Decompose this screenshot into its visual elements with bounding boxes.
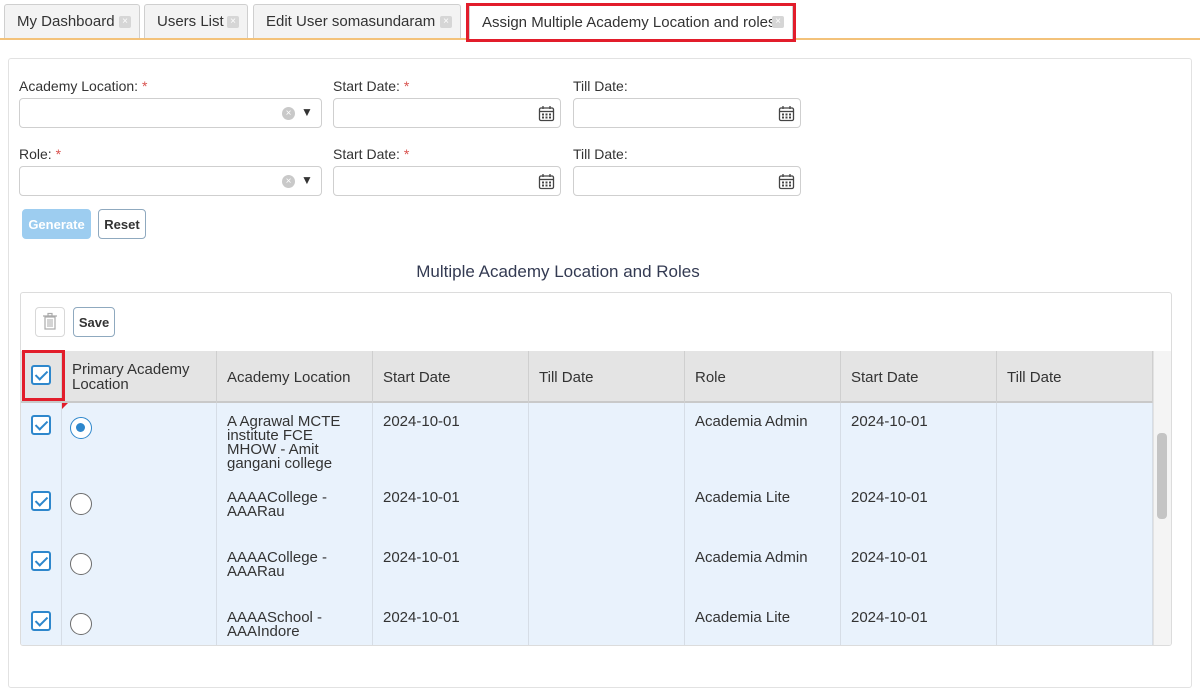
primary-radio[interactable] [70,493,92,515]
calendar-icon[interactable] [538,173,555,190]
caret-down-icon[interactable]: ▼ [301,105,313,119]
table-row[interactable]: AAAASchool - AAAIndore 2024-10-01 Academ… [21,599,1153,645]
till-date-cell [529,539,685,599]
generate-button[interactable]: Generate [22,209,91,239]
row-select-cell [21,539,62,599]
primary-radio[interactable] [70,417,92,439]
till-date-label: Till Date: [573,146,628,162]
role-till-date-cell [997,403,1153,479]
role-cell: Academia Lite [685,479,841,539]
grid-toolbar: Save [21,293,1171,351]
location-till-date-field[interactable] [573,98,801,128]
till-date-cell [529,479,685,539]
tab-label: Users List [157,13,224,30]
academy-location-cell: AAAACollege - AAARau [217,539,373,599]
start-date-cell: 2024-10-01 [373,479,529,539]
location-roles-grid: Save Primary Academy Location Academy Lo… [20,292,1172,646]
delete-button[interactable] [35,307,65,337]
till-date-label: Till Date: [573,78,628,94]
reset-button[interactable]: Reset [98,209,146,239]
primary-cell [62,599,217,645]
scrollbar-thumb[interactable] [1157,433,1167,519]
column-header-till-date[interactable]: Till Date [529,351,685,403]
section-title: Multiple Academy Location and Roles [416,262,700,281]
primary-cell [62,403,217,479]
tab-edit-user[interactable]: Edit User somasundaram × [253,4,461,38]
close-icon[interactable]: × [119,16,131,28]
role-select[interactable]: × ▼ [19,166,322,196]
academy-location-label: Academy Location: * [19,78,148,94]
clear-icon[interactable]: × [282,175,295,188]
grid-body: A Agrawal MCTE institute FCE MHOW - Amit… [21,403,1153,645]
start-date-cell: 2024-10-01 [373,403,529,479]
tab-users-list[interactable]: Users List × [144,4,248,38]
column-header-role[interactable]: Role [685,351,841,403]
primary-cell [62,479,217,539]
academy-location-cell: AAAACollege - AAARau [217,479,373,539]
location-start-date-field[interactable] [333,98,561,128]
role-cell: Academia Lite [685,599,841,645]
primary-cell [62,539,217,599]
start-date-cell: 2024-10-01 [373,599,529,645]
caret-down-icon[interactable]: ▼ [301,173,313,187]
calendar-icon[interactable] [778,173,795,190]
row-checkbox[interactable] [31,611,51,631]
row-checkbox[interactable] [31,551,51,571]
table-row[interactable]: AAAACollege - AAARau 2024-10-01 Academia… [21,539,1153,599]
row-select-cell [21,403,62,479]
till-date-cell [529,599,685,645]
role-cell: Academia Admin [685,539,841,599]
column-header-role-start-date[interactable]: Start Date [841,351,997,403]
start-date-cell: 2024-10-01 [373,539,529,599]
table-row[interactable]: AAAACollege - AAARau 2024-10-01 Academia… [21,479,1153,539]
role-start-date-cell: 2024-10-01 [841,403,997,479]
role-till-date-cell [997,479,1153,539]
calendar-icon[interactable] [778,105,795,122]
start-date-label: Start Date: * [333,146,410,162]
save-button[interactable]: Save [73,307,115,337]
row-select-cell [21,479,62,539]
tab-label: My Dashboard [17,13,115,30]
role-start-date-field[interactable] [333,166,561,196]
trash-icon [43,312,57,330]
primary-radio[interactable] [70,553,92,575]
academy-location-cell: A Agrawal MCTE institute FCE MHOW - Amit… [217,403,373,479]
row-checkbox[interactable] [31,415,51,435]
primary-radio[interactable] [70,613,92,635]
column-header-academy-location[interactable]: Academy Location [217,351,373,403]
till-date-cell [529,403,685,479]
academy-location-cell: AAAASchool - AAAIndore [217,599,373,645]
start-date-label: Start Date: * [333,78,410,94]
role-till-date-cell [997,599,1153,645]
tab-my-dashboard[interactable]: My Dashboard × [4,4,140,38]
highlight-outline [466,3,796,42]
role-till-date-field[interactable] [573,166,801,196]
close-icon[interactable]: × [227,16,239,28]
column-header-role-till-date[interactable]: Till Date [997,351,1153,403]
role-label: Role: * [19,146,62,162]
role-start-date-cell: 2024-10-01 [841,539,997,599]
role-till-date-cell [997,539,1153,599]
grid-header: Primary Academy Location Academy Locatio… [21,351,1153,403]
close-icon[interactable]: × [440,16,452,28]
row-select-cell [21,599,62,645]
row-checkbox[interactable] [31,491,51,511]
calendar-icon[interactable] [538,105,555,122]
column-header-primary[interactable]: Primary Academy Location [62,351,217,403]
academy-location-select[interactable]: × ▼ [19,98,322,128]
highlight-outline [22,350,65,401]
table-row[interactable]: A Agrawal MCTE institute FCE MHOW - Amit… [21,403,1153,479]
role-start-date-cell: 2024-10-01 [841,479,997,539]
clear-icon[interactable]: × [282,107,295,120]
role-start-date-cell: 2024-10-01 [841,599,997,645]
role-cell: Academia Admin [685,403,841,479]
column-header-start-date[interactable]: Start Date [373,351,529,403]
tab-label: Edit User somasundaram [266,13,436,30]
